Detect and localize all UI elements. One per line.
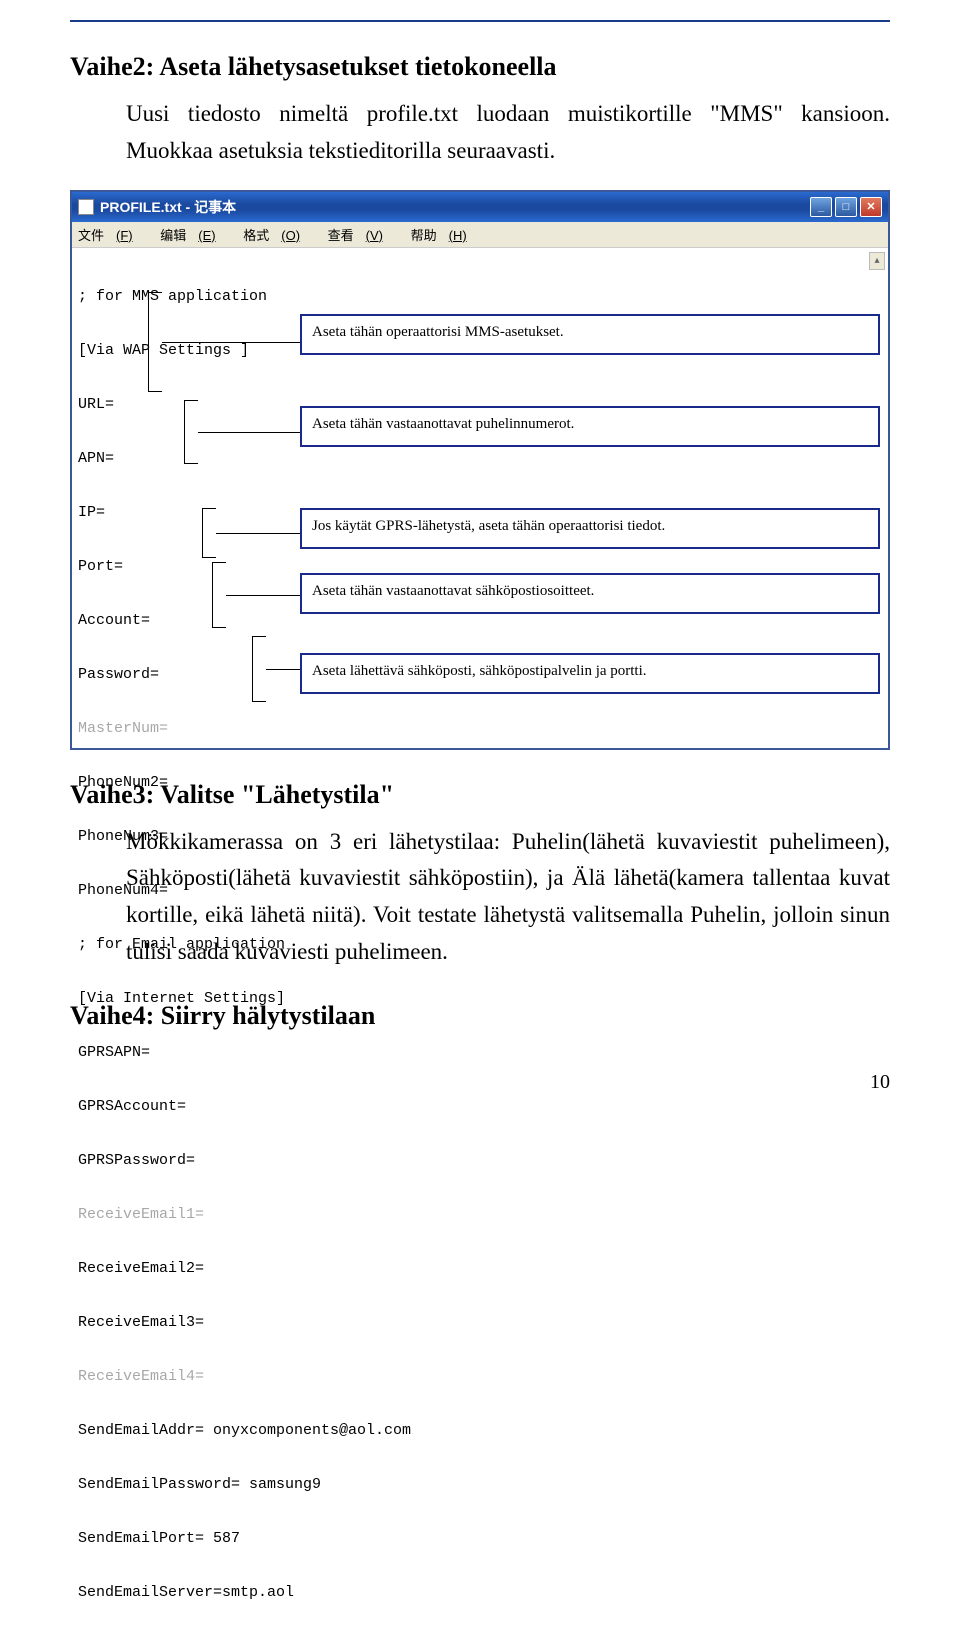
editor-line: GPRSAPN=: [78, 1044, 286, 1062]
callout-send-email: Aseta lähettävä sähköposti, sähköpostipa…: [300, 653, 880, 694]
maximize-button[interactable]: □: [835, 197, 857, 217]
menu-view[interactable]: 查看(V): [328, 228, 395, 243]
titlebar-left: PROFILE.txt - 记事本: [78, 197, 236, 217]
editor-line: ; for MMS application: [78, 288, 286, 306]
editor-line: ReceiveEmail2=: [78, 1260, 286, 1278]
editor-line: GPRSAccount=: [78, 1098, 286, 1116]
minimize-button[interactable]: _: [810, 197, 832, 217]
editor-text: ; for MMS application [Via WAP Settings …: [72, 248, 292, 748]
editor-line: SendEmailServer=smtp.aol: [78, 1584, 286, 1602]
section1-body: Uusi tiedosto nimeltä profile.txt luodaa…: [70, 96, 890, 170]
callout-phonenums: Aseta tähän vastaanottavat puhelinnumero…: [300, 406, 880, 447]
menubar: 文件(F) 编辑(E) 格式(O) 查看(V) 帮助(H): [72, 222, 888, 248]
editor-line: Password=: [78, 666, 286, 684]
editor-line: Port=: [78, 558, 286, 576]
section1-title: Vaihe2: Aseta lähetysasetukset tietokone…: [70, 52, 890, 82]
editor-line: ReceiveEmail4=: [78, 1368, 286, 1386]
editor-line: GPRSPassword=: [78, 1152, 286, 1170]
close-button[interactable]: ✕: [860, 197, 882, 217]
editor-line: PhoneNum2=: [78, 774, 286, 792]
menu-file[interactable]: 文件(F): [78, 228, 145, 243]
notepad-icon: [78, 199, 94, 215]
editor-line: [Via WAP Settings ]: [78, 342, 286, 360]
editor-line: APN=: [78, 450, 286, 468]
editor-line: ReceiveEmail1=: [78, 1206, 286, 1224]
editor-line: SendEmailPort= 587: [78, 1530, 286, 1548]
editor-line: IP=: [78, 504, 286, 522]
editor-line: [Via Internet Settings]: [78, 990, 286, 1008]
notepad-window: PROFILE.txt - 记事本 _ □ ✕ 文件(F) 编辑(E) 格式(O…: [70, 190, 890, 750]
editor-body[interactable]: ▴ ; for MMS application [Via WAP Setting…: [72, 248, 888, 748]
menu-help[interactable]: 帮助(H): [411, 228, 479, 243]
editor-line: PhoneNum4=: [78, 882, 286, 900]
menu-format[interactable]: 格式(O): [243, 228, 312, 243]
editor-line: ReceiveEmail3=: [78, 1314, 286, 1332]
callout-recv-email: Aseta tähän vastaanottavat sähköpostioso…: [300, 573, 880, 614]
scroll-up-icon[interactable]: ▴: [869, 252, 885, 270]
callout-mms: Aseta tähän operaattorisi MMS-asetukset.: [300, 314, 880, 355]
editor-line: URL=: [78, 396, 286, 414]
editor-line: SendEmailPassword= samsung9: [78, 1476, 286, 1494]
callout-gprs: Jos käytät GPRS-lähetystä, aseta tähän o…: [300, 508, 880, 549]
top-rule: [70, 20, 890, 22]
menu-edit[interactable]: 编辑(E): [160, 228, 227, 243]
editor-line: MasterNum=: [78, 720, 286, 738]
editor-line: Account=: [78, 612, 286, 630]
window-title: PROFILE.txt - 记事本: [100, 197, 236, 217]
window-buttons: _ □ ✕: [810, 197, 882, 217]
editor-line: SendEmailAddr= onyxcomponents@aol.com: [78, 1422, 286, 1440]
editor-line: ; for Email application: [78, 936, 286, 954]
window-titlebar: PROFILE.txt - 记事本 _ □ ✕: [72, 192, 888, 222]
editor-line: PhoneNum3=: [78, 828, 286, 846]
